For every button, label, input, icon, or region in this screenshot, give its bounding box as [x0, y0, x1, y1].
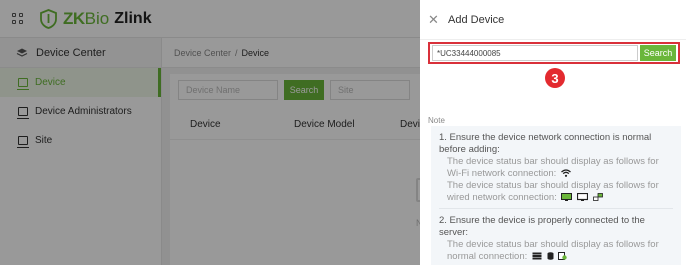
note-item: 2. Ensure the device is properly connect… — [439, 208, 673, 263]
note-line-text: The device status bar should display as … — [447, 180, 659, 203]
note-title: 1. Ensure the device network connection … — [439, 132, 652, 155]
wired-network-alt-icon — [577, 193, 589, 202]
note-line: The device status bar should display as … — [439, 239, 673, 263]
database-icon — [547, 252, 554, 261]
wifi-icon — [561, 169, 571, 178]
note-label: Note — [428, 116, 445, 125]
note-title: 2. Ensure the device is properly connect… — [439, 215, 645, 238]
note-line: The device status bar should display as … — [439, 180, 673, 204]
close-icon[interactable]: ✕ — [428, 13, 442, 26]
note-line-text: The device status bar should display as … — [447, 156, 659, 179]
serial-search-highlight: *UC33444000085 Search — [428, 42, 680, 64]
serial-number-input[interactable]: *UC33444000085 — [432, 45, 638, 61]
drawer-header: ✕ Add Device — [420, 0, 686, 40]
server-connected-icon — [558, 252, 567, 261]
note-line: The device status bar should display as … — [439, 156, 673, 180]
note-item: 1. Ensure the device network connection … — [439, 132, 673, 204]
step-number-badge: 3 — [545, 68, 565, 88]
drawer-title: Add Device — [448, 13, 505, 26]
add-device-drawer: ✕ Add Device *UC33444000085 Search 3 Not… — [420, 0, 686, 265]
search-button[interactable]: Search — [640, 45, 676, 61]
network-nodes-icon — [592, 193, 603, 202]
wired-network-icon — [561, 193, 573, 202]
server-icon — [532, 252, 542, 260]
note-box: 1. Ensure the device network connection … — [431, 126, 681, 265]
